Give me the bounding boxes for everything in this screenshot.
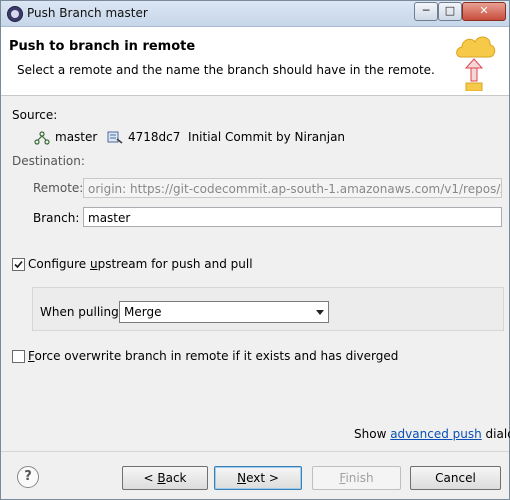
commit-icon bbox=[107, 131, 123, 144]
when-pulling-select[interactable]: Merge bbox=[119, 301, 329, 323]
configure-upstream-label[interactable]: Configure upstream for push and pull bbox=[28, 257, 253, 271]
remote-label: Remote: bbox=[33, 181, 84, 195]
window-title: Push Branch master bbox=[27, 6, 148, 20]
close-icon: ✕ bbox=[479, 4, 489, 17]
help-icon: ? bbox=[24, 469, 32, 484]
force-overwrite-checkbox[interactable] bbox=[12, 350, 25, 363]
help-button[interactable]: ? bbox=[17, 466, 39, 488]
remote-field[interactable]: origin: https://git-codecommit.ap-south-… bbox=[83, 178, 502, 198]
source-branch-name: master bbox=[55, 130, 98, 144]
back-button[interactable]: < Back bbox=[122, 466, 208, 490]
maximize-icon: □ bbox=[444, 4, 456, 17]
header-title: Push to branch in remote bbox=[9, 39, 196, 54]
force-overwrite-label[interactable]: Force overwrite branch in remote if it e… bbox=[28, 349, 398, 363]
minimize-icon: ─ bbox=[422, 4, 430, 17]
configure-upstream-checkbox[interactable] bbox=[12, 258, 25, 271]
title-bar[interactable]: Push Branch master ─ □ ✕ bbox=[1, 1, 509, 27]
push-branch-dialog: Push Branch master ─ □ ✕ Push to branch … bbox=[0, 0, 510, 500]
footer-divider bbox=[1, 451, 509, 452]
maximize-button[interactable]: □ bbox=[438, 2, 462, 21]
when-pulling-value: Merge bbox=[124, 305, 162, 319]
advanced-push-link[interactable]: advanced push bbox=[390, 427, 482, 441]
source-commit: 4718dc7 Initial Commit by Niranjan bbox=[128, 130, 345, 144]
finish-button[interactable]: Finish bbox=[312, 466, 401, 490]
source-label: Source: bbox=[12, 108, 58, 122]
close-button[interactable]: ✕ bbox=[462, 2, 506, 21]
commit-message: Initial Commit by Niranjan bbox=[188, 130, 346, 144]
branch-label: Branch: bbox=[33, 211, 80, 225]
minimize-button[interactable]: ─ bbox=[414, 2, 438, 21]
next-button[interactable]: Next > bbox=[214, 466, 302, 490]
branch-name-input[interactable]: master bbox=[83, 207, 502, 227]
branch-icon bbox=[34, 131, 50, 145]
header-description: Select a remote and the name the branch … bbox=[17, 63, 435, 77]
destination-label: Destination: bbox=[12, 154, 85, 168]
chevron-down-icon bbox=[316, 310, 324, 315]
advanced-push-line: Show advanced push dialog bbox=[354, 427, 510, 441]
dialog-header: Push to branch in remote Select a remote… bbox=[1, 27, 509, 96]
cancel-button[interactable]: Cancel bbox=[410, 466, 501, 490]
when-pulling-label: When pulling: bbox=[40, 305, 123, 319]
checkmark-icon bbox=[14, 260, 23, 269]
commit-id: 4718dc7 bbox=[128, 130, 181, 144]
cloud-upload-icon bbox=[456, 36, 496, 91]
eclipse-app-icon bbox=[7, 6, 23, 22]
